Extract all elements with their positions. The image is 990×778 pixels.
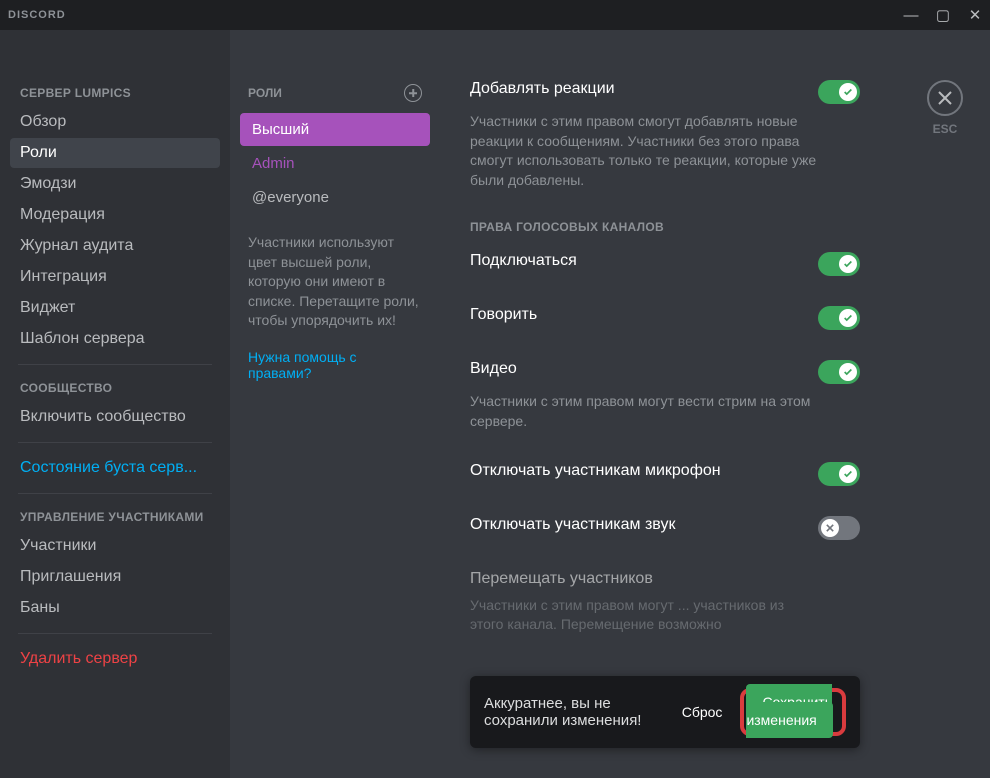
perm-desc: Участники с этим правом могут ... участн… <box>470 596 820 635</box>
perm-add-reactions: Добавлять реакции Участники с этим право… <box>470 80 860 190</box>
toggle-connect[interactable] <box>818 252 860 276</box>
save-actions: Сброс Сохранить изменения <box>678 688 846 736</box>
sidebar-header-server: СЕРВЕР LUMPICS <box>10 80 220 106</box>
perm-deafen-members: Отключать участникам звук <box>470 516 860 540</box>
perm-move-members: Перемещать участников Участники с этим п… <box>470 570 860 635</box>
sidebar-item-boost-status[interactable]: Состояние буста серв... <box>10 453 220 483</box>
minimize-button[interactable]: — <box>904 8 918 22</box>
toggle-mute-members[interactable] <box>818 462 860 486</box>
add-role-icon[interactable] <box>404 84 422 102</box>
titlebar: DISCORD — ▢ ✕ <box>0 0 990 30</box>
esc-label: ESC <box>933 122 958 136</box>
role-item-highest[interactable]: Высший <box>240 113 430 146</box>
roles-sidebar: РОЛИ Высший Admin @everyone Участники ис… <box>230 30 440 778</box>
perm-title: Отключать участникам звук <box>470 516 675 534</box>
unsaved-message: Аккуратнее, вы не сохранили изменения! <box>484 695 678 729</box>
section-voice-permissions: ПРАВА ГОЛОСОВЫХ КАНАЛОВ <box>470 220 860 234</box>
perm-video: Видео Участники с этим правом могут вест… <box>470 360 860 431</box>
perm-title: Отключать участникам микрофон <box>470 462 721 480</box>
save-button-highlight: Сохранить изменения <box>740 688 846 736</box>
role-item-everyone[interactable]: @everyone <box>240 181 430 214</box>
sidebar-item-template[interactable]: Шаблон сервера <box>10 324 220 354</box>
roles-header-label: РОЛИ <box>248 86 282 100</box>
perm-title: Добавлять реакции <box>470 80 615 98</box>
unsaved-changes-bar: Аккуратнее, вы не сохранили изменения! С… <box>470 676 860 748</box>
content: СЕРВЕР LUMPICS Обзор Роли Эмодзи Модерац… <box>0 30 990 778</box>
perm-title: Видео <box>470 360 517 378</box>
sidebar-item-emoji[interactable]: Эмодзи <box>10 169 220 199</box>
permissions-pane: Добавлять реакции Участники с этим право… <box>440 30 900 778</box>
roles-help-link[interactable]: Нужна помощь с правами? <box>240 339 430 391</box>
divider <box>18 493 212 494</box>
sidebar-item-delete-server[interactable]: Удалить сервер <box>10 644 220 674</box>
toggle-video[interactable] <box>818 360 860 384</box>
sidebar-item-members[interactable]: Участники <box>10 531 220 561</box>
settings-sidebar: СЕРВЕР LUMPICS Обзор Роли Эмодзи Модерац… <box>0 30 230 778</box>
app-window: DISCORD — ▢ ✕ СЕРВЕР LUMPICS Обзор Роли … <box>0 0 990 778</box>
close-icon <box>937 90 953 106</box>
perm-desc: Участники с этим правом смогут добавлять… <box>470 112 820 190</box>
perm-mute-members: Отключать участникам микрофон <box>470 462 860 486</box>
divider <box>18 442 212 443</box>
sidebar-header-members: УПРАВЛЕНИЕ УЧАСТНИКАМИ <box>10 504 220 530</box>
close-column: ESC <box>900 30 990 778</box>
sidebar-item-roles[interactable]: Роли <box>10 138 220 168</box>
perm-speak: Говорить <box>470 306 860 330</box>
sidebar-item-bans[interactable]: Баны <box>10 593 220 623</box>
sidebar-item-invites[interactable]: Приглашения <box>10 562 220 592</box>
toggle-speak[interactable] <box>818 306 860 330</box>
sidebar-header-community: СООБЩЕСТВО <box>10 375 220 401</box>
perm-title: Говорить <box>470 306 537 324</box>
titlebar-logo: DISCORD <box>8 9 66 21</box>
perm-title: Перемещать участников <box>470 570 653 588</box>
close-window-button[interactable]: ✕ <box>968 8 982 22</box>
toggle-add-reactions[interactable] <box>818 80 860 104</box>
sidebar-item-audit-log[interactable]: Журнал аудита <box>10 231 220 261</box>
perm-title: Подключаться <box>470 252 577 270</box>
perm-desc: Участники с этим правом могут вести стри… <box>470 392 820 431</box>
close-settings-button[interactable] <box>927 80 963 116</box>
sidebar-item-enable-community[interactable]: Включить сообщество <box>10 402 220 432</box>
sidebar-item-moderation[interactable]: Модерация <box>10 200 220 230</box>
perm-connect: Подключаться <box>470 252 860 276</box>
sidebar-item-overview[interactable]: Обзор <box>10 107 220 137</box>
reset-button[interactable]: Сброс <box>678 696 727 728</box>
titlebar-controls: — ▢ ✕ <box>904 8 982 22</box>
save-button[interactable]: Сохранить изменения <box>746 684 832 738</box>
role-item-admin[interactable]: Admin <box>240 147 430 180</box>
divider <box>18 364 212 365</box>
sidebar-item-integrations[interactable]: Интеграция <box>10 262 220 292</box>
divider <box>18 633 212 634</box>
maximize-button[interactable]: ▢ <box>936 8 950 22</box>
roles-header: РОЛИ <box>240 80 430 112</box>
sidebar-item-widget[interactable]: Виджет <box>10 293 220 323</box>
toggle-deafen-members[interactable] <box>818 516 860 540</box>
roles-help-text: Участники используют цвет высшей роли, к… <box>240 215 430 339</box>
